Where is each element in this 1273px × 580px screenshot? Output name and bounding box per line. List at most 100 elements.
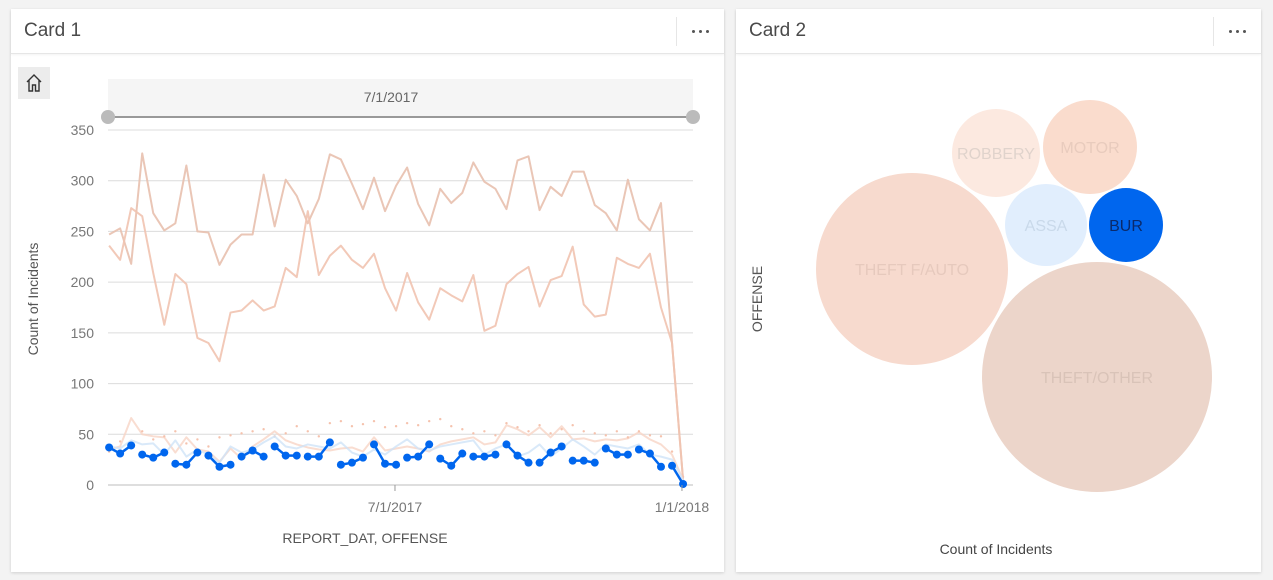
data-point[interactable] — [403, 453, 412, 462]
data-point — [571, 424, 574, 427]
data-point[interactable] — [358, 453, 367, 462]
data-point — [538, 424, 541, 427]
data-point[interactable] — [292, 451, 301, 460]
time-slider-label: 7/1/2017 — [364, 89, 419, 105]
data-point — [196, 438, 199, 441]
data-point[interactable] — [601, 444, 610, 453]
data-point[interactable] — [138, 450, 147, 459]
line-chart: 7/1/2017 0 50 100 150 200 250 300 350 7/1/2017 1/… — [25, 79, 709, 546]
data-point[interactable] — [325, 438, 334, 447]
data-point[interactable] — [568, 456, 577, 465]
data-point[interactable] — [248, 446, 257, 455]
data-point[interactable] — [127, 441, 136, 450]
data-point[interactable] — [524, 458, 533, 467]
data-point[interactable] — [679, 479, 688, 488]
data-point[interactable] — [513, 451, 522, 460]
data-point[interactable] — [480, 452, 489, 461]
data-point[interactable] — [436, 454, 445, 463]
data-point[interactable] — [469, 452, 478, 461]
data-point[interactable] — [171, 459, 180, 468]
data-point[interactable] — [579, 456, 588, 465]
data-point[interactable] — [612, 450, 621, 459]
time-slider-end-handle[interactable] — [686, 110, 700, 124]
bubble-label: ROBBERY — [957, 146, 1035, 163]
data-point[interactable] — [392, 460, 401, 469]
data-point[interactable] — [160, 448, 169, 457]
data-point — [284, 432, 287, 435]
data-point[interactable] — [259, 452, 268, 461]
series-segment-burglary — [670, 465, 685, 485]
series-line-motor-vehicle-theft[interactable] — [108, 417, 684, 481]
bubble-label: ASSA — [1025, 218, 1068, 235]
series-segment-burglary — [152, 451, 165, 459]
data-point — [174, 430, 177, 433]
series-segment-burglary — [240, 449, 254, 458]
x-tick-label: 7/1/2017 — [368, 499, 423, 515]
data-point[interactable] — [546, 448, 555, 457]
series-line-assault-w-dangerous-weapon[interactable] — [108, 435, 684, 481]
data-point[interactable] — [502, 440, 511, 449]
data-point[interactable] — [370, 440, 379, 449]
data-point[interactable] — [193, 448, 202, 457]
data-point — [383, 426, 387, 429]
data-point — [527, 430, 530, 433]
data-point — [317, 435, 321, 438]
series-segment-burglary — [505, 443, 519, 457]
home-button[interactable] — [18, 67, 50, 99]
data-point[interactable] — [634, 445, 643, 454]
series-segment-burglary — [175, 462, 187, 466]
series-segment-burglary — [372, 443, 387, 465]
series-segment-burglary — [484, 453, 496, 458]
data-point — [439, 417, 442, 421]
data-point[interactable] — [623, 450, 632, 459]
data-point — [560, 428, 563, 431]
more-horizontal-icon — [692, 30, 695, 33]
series-segment-burglary — [219, 463, 231, 468]
data-point — [593, 432, 596, 435]
series-segment-burglary — [185, 451, 199, 466]
data-point[interactable] — [116, 449, 125, 458]
y-axis-title: OFFENSE — [749, 266, 765, 332]
data-point[interactable] — [458, 449, 467, 458]
data-point[interactable] — [303, 452, 312, 461]
series-segment-burglary — [605, 447, 618, 456]
data-point[interactable] — [535, 458, 544, 467]
bubble-label: BUR — [1109, 218, 1143, 235]
home-icon — [26, 74, 42, 92]
data-point — [450, 425, 453, 428]
data-point[interactable] — [447, 461, 456, 470]
data-point[interactable] — [381, 459, 390, 468]
data-point — [494, 434, 497, 437]
data-point[interactable] — [237, 452, 246, 461]
data-point[interactable] — [347, 458, 356, 467]
data-point[interactable] — [668, 461, 677, 470]
data-point[interactable] — [590, 458, 599, 467]
data-point[interactable] — [645, 449, 654, 458]
series-line-theft-f-auto[interactable] — [108, 207, 685, 481]
data-point[interactable] — [215, 462, 224, 471]
series-segment-burglary — [108, 446, 121, 455]
data-point[interactable] — [557, 442, 566, 451]
data-point[interactable] — [226, 460, 235, 469]
data-point[interactable] — [105, 443, 114, 452]
data-point — [505, 421, 508, 425]
data-point[interactable] — [491, 450, 500, 459]
data-point[interactable] — [204, 451, 213, 460]
data-point[interactable] — [314, 452, 323, 461]
series-line-theft-other[interactable] — [108, 152, 685, 481]
data-point[interactable] — [425, 440, 434, 449]
card-menu-button[interactable] — [676, 17, 724, 46]
data-point[interactable] — [270, 442, 279, 451]
time-slider-track-bg — [108, 79, 693, 117]
y-axis-title: Count of Incidents — [25, 243, 41, 356]
data-point[interactable] — [336, 460, 345, 469]
time-slider-start-handle[interactable] — [101, 110, 115, 124]
data-point — [262, 428, 265, 431]
data-point[interactable] — [414, 452, 423, 461]
data-point[interactable] — [182, 460, 191, 469]
bubble-label: MOTOR — [1060, 140, 1119, 157]
series-segment-burglary — [450, 452, 464, 467]
data-point[interactable] — [656, 462, 665, 471]
data-point[interactable] — [149, 453, 158, 462]
data-point[interactable] — [281, 451, 290, 460]
